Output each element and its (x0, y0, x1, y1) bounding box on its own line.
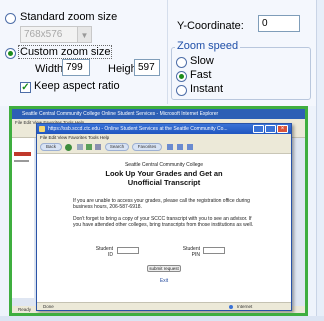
paragraph-grades-help: If you are unable to access your grades,… (73, 198, 250, 210)
keep-aspect-label: Keep aspect ratio (34, 80, 120, 92)
status-done: Done (43, 304, 54, 309)
standard-zoom-radio[interactable] (5, 13, 16, 24)
status-zone: Internet (237, 304, 253, 309)
status-bar: Done Internet (37, 302, 291, 310)
exit-link[interactable]: Exit (37, 278, 291, 284)
maximize-icon[interactable] (265, 125, 276, 133)
vertical-scrollbar[interactable] (316, 0, 324, 321)
stop-icon[interactable] (77, 144, 83, 150)
minimize-icon[interactable] (253, 125, 264, 133)
student-pin-field[interactable] (203, 247, 225, 254)
bottom-edge (0, 316, 324, 321)
speed-slow-label: Slow (190, 55, 214, 67)
submit-request-button[interactable]: submit request (147, 265, 181, 272)
zoom-speed-legend: Zoom speed (175, 40, 241, 52)
student-pin-label: Student PIN (182, 246, 200, 258)
keep-aspect-checkbox[interactable]: ✓ (20, 82, 31, 93)
browser-toolbar: Back Search Favorites (37, 141, 291, 154)
custom-zoom-label: Custom zoom size (18, 45, 113, 59)
search-button[interactable]: Search (105, 143, 129, 151)
home-icon[interactable] (95, 144, 101, 150)
zoom-preview[interactable]: Seattle Central Community College Online… (9, 106, 308, 316)
standard-zoom-value: 768x576 (24, 29, 63, 40)
close-icon[interactable]: × (277, 125, 288, 133)
speed-instant-radio[interactable] (176, 85, 187, 96)
menu-bar[interactable]: File Edit View Favorites Tools Help (37, 134, 291, 141)
custom-zoom-radio[interactable] (5, 48, 16, 59)
foreground-browser-window[interactable]: https://ssb.sccd.ctc.edu - Online Studen… (36, 123, 292, 311)
page-heading-line1: Look Up Your Grades and Get an (105, 169, 223, 178)
college-name: Seattle Central Community College (124, 162, 204, 168)
y-coordinate-field[interactable]: 0 (258, 15, 300, 32)
background-page (12, 138, 34, 298)
column-divider (167, 0, 168, 104)
refresh-icon[interactable] (86, 144, 92, 150)
background-logo (14, 152, 31, 156)
speed-slow-radio[interactable] (176, 57, 187, 68)
ie-icon (39, 126, 45, 132)
height-field[interactable]: 597 (134, 59, 160, 76)
zoom-settings-panel: Standard zoom size 768x576 ▼ Custom zoom… (0, 0, 324, 106)
chevron-down-icon: ▼ (77, 27, 91, 42)
speed-fast-radio[interactable] (176, 71, 187, 82)
width-field[interactable]: 799 (62, 59, 90, 76)
speed-instant-label: Instant (190, 83, 224, 95)
back-button[interactable]: Back (40, 143, 62, 151)
speed-fast-label: Fast (190, 69, 212, 81)
media-icon[interactable] (167, 144, 173, 150)
paragraph-transcript-note: Don't forget to bring a copy of your SCC… (73, 216, 254, 228)
standard-zoom-select[interactable]: 768x576 ▼ (20, 26, 92, 43)
y-coordinate-label: Y-Coordinate: (177, 20, 244, 32)
background-title-bar: Seattle Central Community College Online… (12, 109, 305, 119)
student-id-label: Student ID (95, 246, 113, 258)
favorites-button[interactable]: Favorites (132, 143, 162, 151)
page-heading-line2: Unofficial Transcript (127, 178, 201, 187)
print-icon[interactable] (187, 144, 193, 150)
page-content: Seattle Central Community College Look U… (37, 154, 291, 302)
standard-zoom-label: Standard zoom size (20, 11, 118, 23)
background-text (14, 160, 29, 162)
student-id-field[interactable] (117, 247, 139, 254)
internet-icon (229, 305, 233, 309)
mail-icon[interactable] (177, 144, 183, 150)
forward-icon[interactable] (65, 144, 72, 151)
